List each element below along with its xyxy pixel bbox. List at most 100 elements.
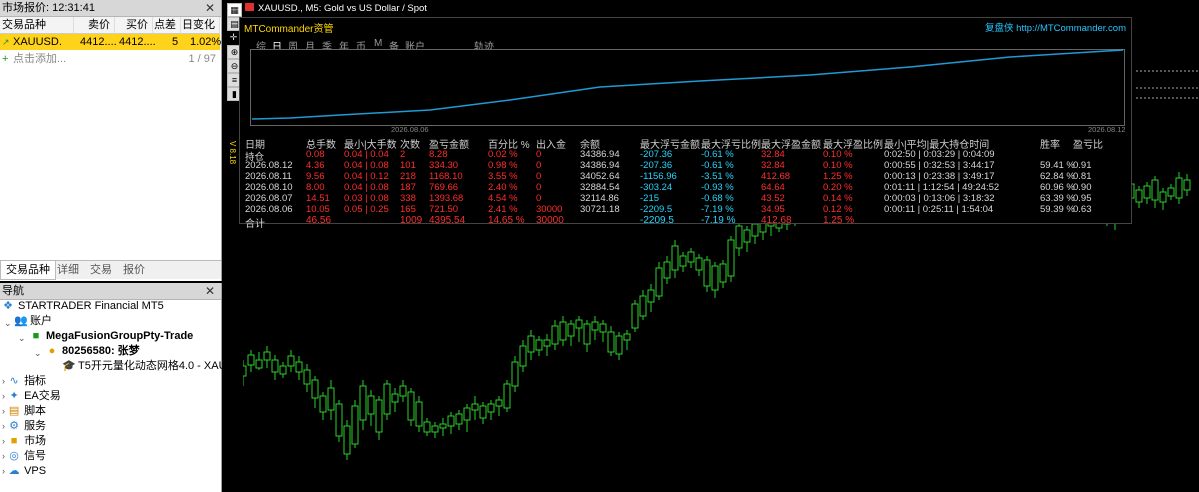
- table-cell: 0.95: [1073, 193, 1092, 204]
- nav-scripts-label: 脚本: [24, 405, 47, 417]
- close-icon[interactable]: ✕: [205, 0, 215, 17]
- chart-title: XAUUSD., M5: Gold vs US Dollar / Spot: [245, 3, 427, 15]
- navigator-title: 导航: [0, 283, 221, 300]
- table-cell: -7.19 %: [701, 204, 734, 215]
- table-cell: 0.14 %: [823, 193, 853, 204]
- table-cell: 64.64: [761, 182, 785, 193]
- broker-icon: ❖: [3, 300, 13, 312]
- total-cell: 14.65 %: [488, 215, 525, 226]
- nav-account-label: 80256580: 张梦: [62, 345, 140, 357]
- nav-experts[interactable]: › ✦ EA交易: [2, 389, 61, 404]
- chevron-right-icon: ›: [2, 406, 5, 416]
- table-cell: 0.05 | 0.25: [344, 204, 389, 215]
- nav-indicators[interactable]: › ∿ 指标: [2, 374, 46, 389]
- add-symbol-row[interactable]: + 点击添加... 1 / 97: [0, 51, 220, 67]
- symbol-row[interactable]: ↗ XAUUSD. 4412.... 4412.... 5 1.02%: [0, 34, 221, 50]
- table-cell: 218: [400, 171, 416, 182]
- nav-market[interactable]: › ■ 市场: [2, 434, 46, 449]
- chevron-down-icon[interactable]: ⌄: [18, 333, 26, 344]
- column-header-spread[interactable]: 点差: [153, 17, 181, 34]
- panel-site-link[interactable]: 复盘侠 http://MTCommander.com: [985, 20, 1126, 34]
- vps-icon: ☁: [8, 465, 20, 477]
- total-cell: 合计: [245, 219, 265, 230]
- table-cell: 59.39 %: [1040, 204, 1075, 215]
- table-cell: 0:00:55 | 0:32:53 | 3:44:17: [884, 160, 995, 171]
- table-cell: 60.96 %: [1040, 182, 1075, 193]
- tab-details[interactable]: 详细: [52, 261, 84, 279]
- nav-accounts-label: 账户: [30, 315, 52, 327]
- plus-icon: +: [2, 53, 9, 65]
- market-watch-tabs: 交易品种 详细 交易 报价: [0, 260, 221, 280]
- total-cell: 4395.54: [429, 215, 466, 226]
- curve-end-date: 2026.08.12: [1088, 125, 1126, 134]
- table-cell: 34386.94: [580, 160, 620, 171]
- nav-root[interactable]: ❖ STARTRADER Financial MT5: [2, 299, 164, 314]
- total-cell: 46.56: [306, 215, 332, 226]
- table-cell: 8.28: [429, 149, 448, 160]
- chevron-down-icon[interactable]: ⌄: [4, 318, 12, 329]
- table-cell: 0: [536, 160, 542, 171]
- nav-scripts[interactable]: › ▤ 脚本: [2, 404, 46, 419]
- table-cell: 2: [400, 149, 406, 160]
- table-cell: 34052.64: [580, 171, 620, 182]
- nav-server[interactable]: ■ MegaFusionGroupPty-Trade: [30, 329, 194, 344]
- table-cell: 0:00:11 | 0:25:11 | 1:54:04: [884, 204, 994, 215]
- table-cell: 0.04 | 0.04: [344, 149, 389, 160]
- close-icon[interactable]: ✕: [205, 283, 215, 300]
- nav-accounts[interactable]: 👥 账户: [14, 314, 52, 329]
- column-header-symbol[interactable]: 交易品种: [0, 17, 74, 34]
- table-cell: 412.68: [761, 171, 791, 182]
- table-cell: 0.03 | 0.08: [344, 193, 389, 204]
- nav-services[interactable]: › ⚙ 服务: [2, 419, 46, 434]
- symbol-count: 1 / 97: [188, 53, 216, 65]
- nav-signals[interactable]: › ◎ 信号: [2, 449, 46, 464]
- table-cell: 0.04 | 0.12: [344, 171, 389, 182]
- total-cell: -2209.5: [640, 215, 674, 226]
- table-cell: 0:00:13 | 0:23:38 | 3:49:17: [884, 171, 995, 182]
- tab-m[interactable]: M: [374, 38, 382, 49]
- table-cell: 43.52: [761, 193, 785, 204]
- table-cell: 769.66: [429, 182, 459, 193]
- nav-expert[interactable]: 🎓 T5开元量化动态网格4.0 - XAUUSD: [62, 359, 250, 374]
- table-cell: -0.68 %: [701, 193, 734, 204]
- scripts-icon: ▤: [8, 405, 20, 417]
- table-cell: 338: [400, 193, 416, 204]
- market-icon: ■: [10, 435, 18, 447]
- services-icon: ⚙: [9, 420, 19, 432]
- column-header-change[interactable]: 日变化: [181, 17, 220, 34]
- table-cell: 165: [400, 204, 416, 215]
- nav-vps[interactable]: › ☁ VPS: [2, 464, 46, 479]
- navigator-panel: 导航 ✕ ❖ STARTRADER Financial MT5 ⌄ 👥 账户 ⌄ ■…: [0, 283, 250, 492]
- table-cell: 34386.94: [580, 149, 620, 160]
- commander-panel: MTCommander资管 复盘侠 http://MTCommander.com…: [239, 17, 1132, 230]
- column-header-bid[interactable]: 卖价: [74, 17, 115, 34]
- chevron-right-icon: ›: [2, 466, 5, 476]
- table-cell: 721.50: [429, 204, 459, 215]
- table-cell: 334.30: [429, 160, 459, 171]
- chevron-down-icon[interactable]: ⌄: [34, 348, 42, 359]
- tab-trading[interactable]: 交易: [85, 261, 117, 279]
- table-cell: 0.08: [306, 149, 325, 160]
- server-icon: ■: [32, 330, 40, 342]
- col-pl-ratio: 盈亏比: [1073, 140, 1103, 151]
- table-cell: 32.84: [761, 149, 785, 160]
- chart-icon[interactable]: ▦: [227, 3, 242, 17]
- table-cell: -2209.5: [640, 204, 673, 215]
- nav-account[interactable]: ● 80256580: 张梦: [46, 344, 140, 359]
- table-cell: 62.84 %: [1040, 171, 1075, 182]
- column-header-ask[interactable]: 买价: [115, 17, 153, 34]
- tab-symbols[interactable]: 交易品种: [0, 261, 56, 280]
- table-cell: 0.12 %: [823, 204, 853, 215]
- table-cell: 1168.10: [429, 171, 463, 182]
- symbol-spread: 5: [172, 36, 179, 48]
- chevron-right-icon: ›: [2, 451, 5, 461]
- table-cell: 3.55 %: [488, 171, 518, 182]
- expert-icon: 🎓: [62, 360, 76, 372]
- table-cell: 30721.18: [580, 204, 620, 215]
- table-cell: 0: [536, 193, 542, 204]
- tab-ticks[interactable]: 报价: [118, 261, 150, 279]
- table-cell: 187: [400, 182, 416, 193]
- table-cell: 0.10 %: [823, 160, 853, 171]
- add-symbol-label: 点击添加...: [13, 53, 67, 65]
- table-cell: 1393.68: [429, 193, 464, 204]
